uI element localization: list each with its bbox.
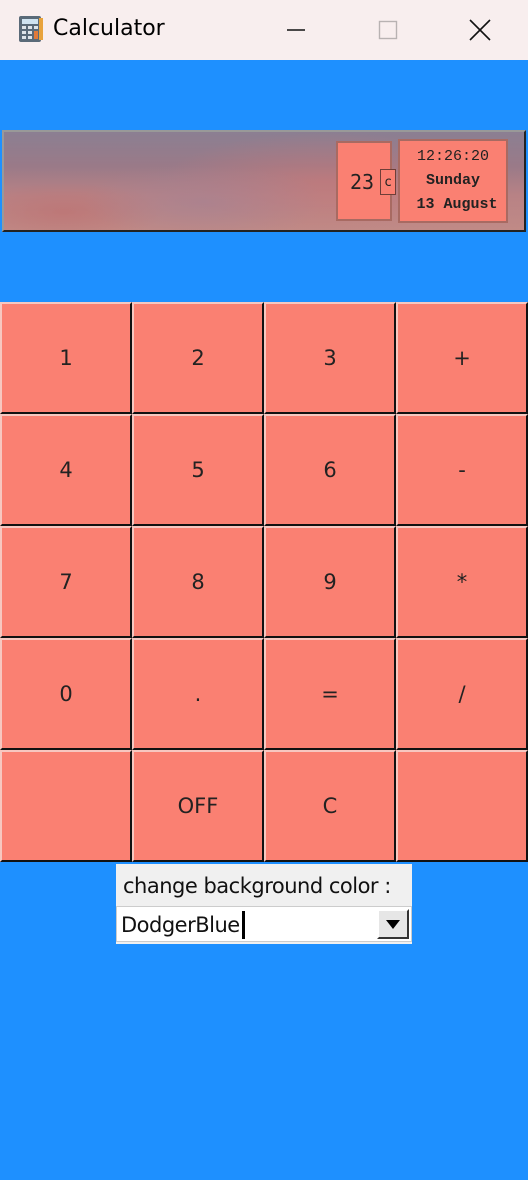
key-1[interactable]: 1 <box>0 302 132 414</box>
key-4[interactable]: 4 <box>0 414 132 526</box>
key-2[interactable]: 2 <box>132 302 264 414</box>
triangle-down-icon <box>386 920 400 929</box>
key-equals[interactable]: = <box>264 638 396 750</box>
key-multiply[interactable]: * <box>396 526 528 638</box>
background-color-panel: change background color : DodgerBlue <box>116 864 412 944</box>
key-6[interactable]: 6 <box>264 414 396 526</box>
key-0[interactable]: 0 <box>0 638 132 750</box>
header-banner: 23 c 12:26:20 Sunday 13 August <box>2 130 526 232</box>
window-title: Calculator <box>53 16 165 41</box>
clock-time: 12:26:20 <box>416 148 489 165</box>
text-cursor <box>242 911 245 939</box>
minimize-button[interactable] <box>256 0 336 60</box>
key-blank-right[interactable] <box>396 750 528 862</box>
clock-display: 12:26:20 Sunday 13 August <box>398 139 508 223</box>
key-3[interactable]: 3 <box>264 302 396 414</box>
key-clear[interactable]: C <box>264 750 396 862</box>
minimize-icon <box>287 29 305 31</box>
maximize-icon <box>378 20 398 40</box>
key-5[interactable]: 5 <box>132 414 264 526</box>
temperature-display: 23 c <box>336 141 396 221</box>
clock-day: Sunday <box>425 172 480 189</box>
key-off[interactable]: OFF <box>132 750 264 862</box>
maximize-button[interactable] <box>348 0 428 60</box>
key-minus[interactable]: - <box>396 414 528 526</box>
key-divide[interactable]: / <box>396 638 528 750</box>
calculator-icon <box>17 15 45 43</box>
temperature-value: 23 <box>350 170 375 194</box>
background-color-value[interactable]: DodgerBlue <box>121 913 240 937</box>
key-8[interactable]: 8 <box>132 526 264 638</box>
temperature-unit: c <box>380 169 396 195</box>
keypad: 1 2 3 + 4 5 6 - 7 8 9 * 0 . = / OFF C <box>0 302 528 862</box>
background-color-combobox[interactable]: DodgerBlue <box>116 906 412 942</box>
key-decimal[interactable]: . <box>132 638 264 750</box>
background-color-label: change background color : <box>123 874 391 898</box>
key-9[interactable]: 9 <box>264 526 396 638</box>
title-bar: Calculator <box>0 0 528 60</box>
clock-date: 13 August <box>416 196 498 213</box>
key-7[interactable]: 7 <box>0 526 132 638</box>
close-icon <box>469 19 491 41</box>
key-blank-left[interactable] <box>0 750 132 862</box>
key-plus[interactable]: + <box>396 302 528 414</box>
close-button[interactable] <box>440 0 520 60</box>
dropdown-button[interactable] <box>377 909 409 939</box>
